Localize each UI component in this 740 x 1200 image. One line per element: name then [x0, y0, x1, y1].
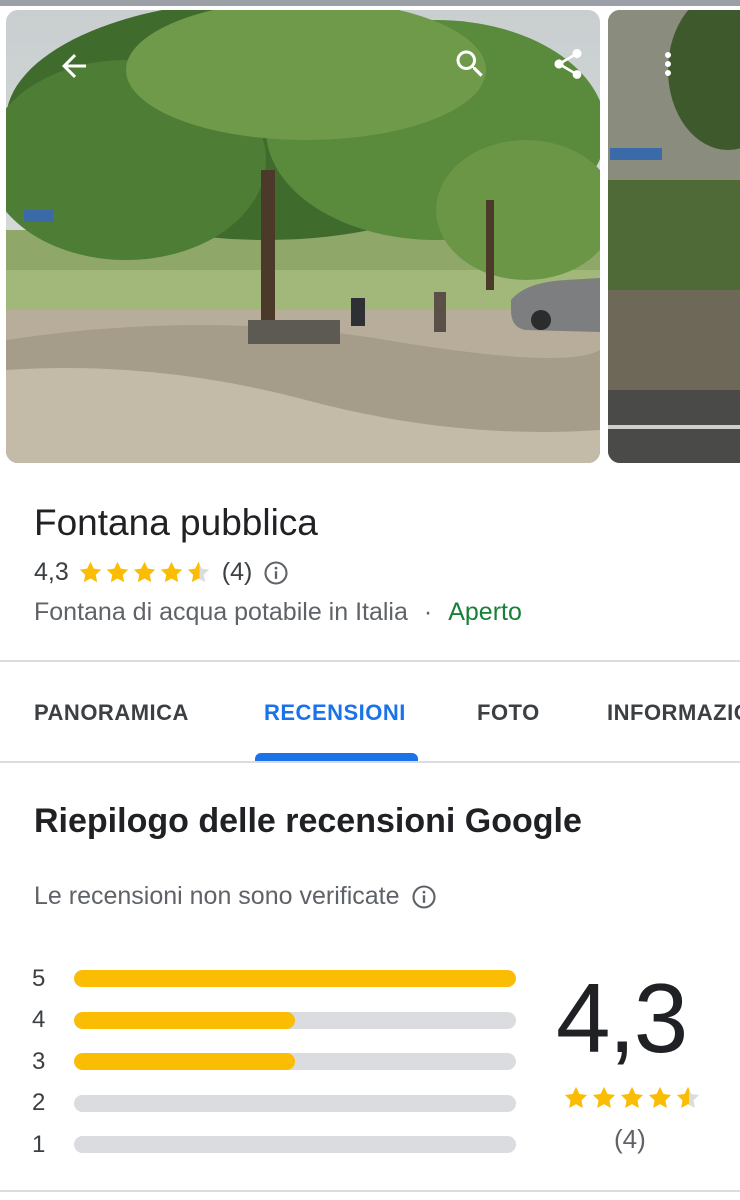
more-options-button[interactable]: [642, 38, 694, 90]
distribution-bar-track: [74, 1011, 516, 1029]
distribution-star-label: 4: [32, 1006, 46, 1034]
distribution-row: 4: [32, 1000, 522, 1042]
distribution-bar-fill: [74, 1053, 295, 1071]
info-icon[interactable]: [262, 559, 290, 587]
tab-foto[interactable]: FOTO: [477, 700, 540, 726]
distribution-bar-track: [74, 1136, 516, 1154]
distribution-bar-fill: [74, 970, 516, 988]
arrow-back-icon: [62, 54, 86, 78]
average-stars: [562, 1084, 702, 1112]
distribution-bar-track: [74, 1094, 516, 1112]
tab-bar: PANORAMICA RECENSIONI FOTO INFORMAZIONI: [0, 662, 740, 762]
place-title: Fontana pubblica: [34, 502, 318, 543]
distribution-star-label: 2: [32, 1089, 46, 1117]
rating-distribution: 5 4 3 2 1: [32, 958, 522, 1166]
star-icon: [79, 561, 101, 583]
distribution-star-label: 5: [32, 964, 46, 992]
rating-summary[interactable]: 4,3 (4): [34, 558, 290, 587]
back-button[interactable]: [48, 40, 100, 92]
category-line: Fontana di acqua potabile in Italia · Ap…: [34, 598, 522, 627]
distribution-row: 3: [32, 1041, 522, 1083]
distribution-star-label: 1: [32, 1130, 46, 1158]
distribution-star-label: 3: [32, 1047, 46, 1075]
star-icon: [620, 1086, 644, 1108]
search-button[interactable]: [444, 38, 496, 90]
open-status: Aperto: [448, 598, 522, 626]
share-icon: [554, 49, 582, 79]
more-vert-icon: [665, 52, 671, 76]
rating-value: 4,3: [34, 558, 69, 586]
star-icon: [187, 561, 209, 583]
search-icon: [456, 50, 483, 77]
reviews-summary-title: Riepilogo delle recensioni Google: [34, 802, 582, 840]
tab-informazioni[interactable]: INFORMAZIONI: [607, 700, 740, 726]
reviews-note-text: Le recensioni non sono verificate: [34, 882, 400, 910]
star-icon: [592, 1086, 616, 1108]
share-button[interactable]: [542, 38, 594, 90]
distribution-row: 1: [32, 1124, 522, 1166]
distribution-row: 2: [32, 1083, 522, 1125]
place-category: Fontana di acqua potabile in Italia: [34, 598, 408, 626]
star-icon: [160, 561, 182, 583]
tab-recensioni[interactable]: RECENSIONI: [264, 700, 406, 726]
distribution-bar-track: [74, 970, 516, 988]
total-review-count: (4): [614, 1124, 646, 1154]
divider: [0, 761, 740, 763]
tab-panoramica[interactable]: PANORAMICA: [34, 700, 189, 726]
photo-carousel[interactable]: [0, 6, 740, 468]
star-icon: [564, 1086, 588, 1108]
star-icon: [133, 561, 155, 583]
star-icon: [106, 561, 128, 583]
separator-dot: ·: [423, 598, 433, 626]
star-icon: [648, 1086, 672, 1108]
star-icon: [676, 1086, 700, 1108]
distribution-bar-fill: [74, 1011, 295, 1029]
divider: [0, 1190, 740, 1192]
distribution-row: 5: [32, 958, 522, 1000]
review-count: (4): [221, 558, 253, 586]
distribution-bar-track: [74, 1053, 516, 1071]
rating-stars: [77, 559, 212, 586]
info-icon[interactable]: [410, 883, 438, 911]
average-rating: 4,3: [556, 963, 688, 1073]
reviews-note[interactable]: Le recensioni non sono verificate: [34, 882, 438, 911]
